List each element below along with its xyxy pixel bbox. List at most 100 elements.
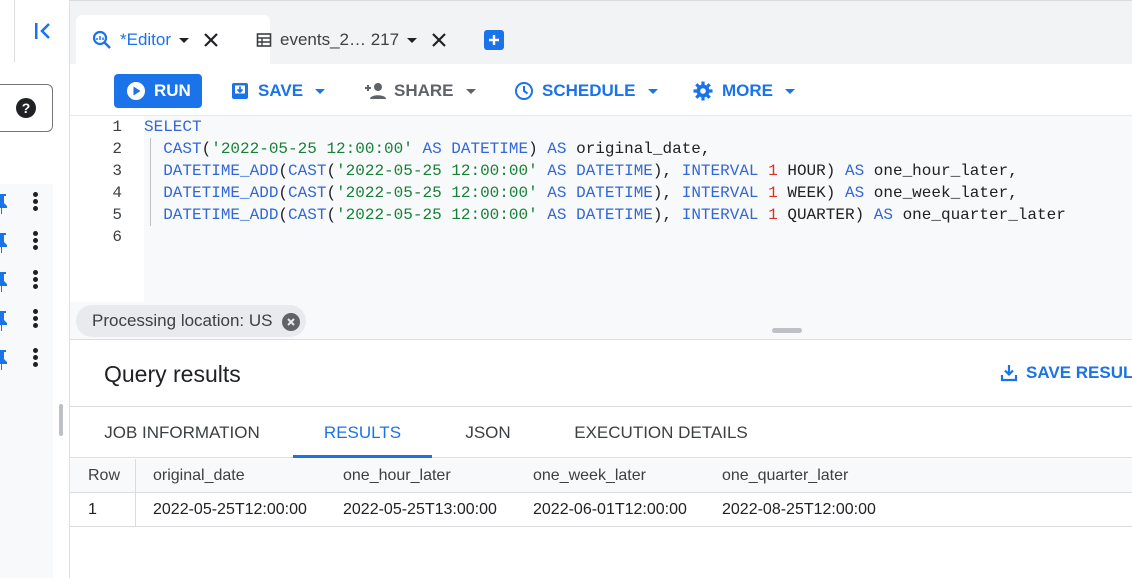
panel-resize-handle[interactable] <box>59 404 63 436</box>
share-button[interactable]: SHARE <box>364 74 476 108</box>
results-header: Query results SAVE RESULTS <box>70 341 1132 407</box>
chevron-down-icon[interactable] <box>407 37 418 43</box>
schedule-label: SCHEDULE <box>542 81 636 100</box>
more-vert-icon[interactable] <box>30 192 40 214</box>
processing-location-label: Processing location: US <box>92 311 273 330</box>
explorer-row[interactable] <box>0 303 53 339</box>
code-token: '2022-05-25 12:00:00' <box>336 162 538 180</box>
code-token: ( <box>326 162 337 180</box>
save-results-label: SAVE RESULTS <box>1026 363 1132 382</box>
code-line[interactable]: DATETIME_ADD(CAST('2022-05-25 12:00:00' … <box>144 204 1066 226</box>
table-cell[interactable]: 2022-08-25T12:00:00 <box>722 493 876 527</box>
code-token: ( <box>326 184 337 202</box>
code-token: original_date, <box>566 140 711 158</box>
code-line[interactable]: SELECT <box>144 116 202 138</box>
close-icon[interactable] <box>282 313 301 331</box>
chevron-down-icon <box>315 88 326 94</box>
code-token: AS <box>547 140 567 158</box>
code-token: SELECT <box>144 118 202 136</box>
pin-icon <box>0 350 7 370</box>
column-header[interactable]: original_date <box>153 459 245 493</box>
add-tab-icon[interactable] <box>484 30 504 50</box>
tab-job-information[interactable]: JOB INFORMATION <box>84 408 280 458</box>
code-token: one_week_later, <box>864 184 1018 202</box>
query-icon <box>92 30 111 49</box>
explorer-list <box>0 184 53 578</box>
tab-execution-details[interactable]: EXECUTION DETAILS <box>556 408 766 458</box>
tab-editor[interactable]: *Editor <box>76 15 270 65</box>
code-token: ( <box>278 162 289 180</box>
close-icon[interactable] <box>203 32 219 48</box>
code-line[interactable]: DATETIME_ADD(CAST('2022-05-25 12:00:00' … <box>144 182 1018 204</box>
more-vert-icon[interactable] <box>30 348 40 370</box>
column-header: Row <box>70 459 136 493</box>
help-button[interactable]: ? <box>0 84 53 132</box>
more-label: MORE <box>722 81 773 100</box>
line-number: 2 <box>112 140 122 158</box>
person-add-icon <box>365 83 386 99</box>
code-token: one_quarter_later <box>892 206 1066 224</box>
code-token: '2022-05-25 12:00:00' <box>336 206 538 224</box>
editor-resize-handle[interactable] <box>772 328 802 333</box>
more-vert-icon[interactable] <box>30 309 40 331</box>
code-token: ), <box>652 184 682 202</box>
explorer-row[interactable] <box>0 264 53 300</box>
pin-icon <box>0 194 7 214</box>
clock-icon <box>515 82 533 100</box>
more-vert-icon[interactable] <box>30 270 40 292</box>
chevron-down-icon[interactable] <box>179 37 190 43</box>
explorer-row[interactable] <box>0 342 53 378</box>
chevron-down-icon <box>647 88 658 94</box>
save-results-button[interactable]: SAVE RESULTS <box>1000 363 1132 383</box>
sql-editor[interactable]: 1 2 3 4 5 6 SELECT CAST('2022-05-25 12:0… <box>70 116 1132 302</box>
collapse-panel-button[interactable] <box>14 0 70 62</box>
code-token: 1 <box>768 162 778 180</box>
run-label: RUN <box>154 81 191 100</box>
table-cell[interactable]: 2022-05-25T12:00:00 <box>153 493 307 527</box>
table-header-row: Row original_date one_hour_later one_wee… <box>70 459 1132 493</box>
pin-icon <box>0 272 7 292</box>
more-button[interactable]: MORE <box>692 74 795 108</box>
save-label: SAVE <box>258 81 304 100</box>
explorer-row[interactable] <box>0 186 53 222</box>
code-token: AS DATETIME <box>537 162 653 180</box>
code-line[interactable]: DATETIME_ADD(CAST('2022-05-25 12:00:00' … <box>144 160 1018 182</box>
code-token: AS <box>844 162 865 180</box>
run-button[interactable]: RUN <box>114 74 202 108</box>
table-cell[interactable]: 2022-06-01T12:00:00 <box>533 493 687 527</box>
code-line[interactable]: CAST('2022-05-25 12:00:00' AS DATETIME) … <box>144 138 711 160</box>
code-token: 1 <box>768 206 778 224</box>
editor-toolbar: RUN SAVE SHARE SCHEDULE MORE <box>70 64 1132 116</box>
line-number: 6 <box>112 228 122 246</box>
tab-results[interactable]: RESULTS <box>293 408 432 458</box>
column-header[interactable]: one_week_later <box>533 459 646 493</box>
processing-location-bar: Processing location: US <box>70 302 1132 340</box>
code-token: WEEK) <box>777 184 845 202</box>
close-icon[interactable] <box>431 32 447 48</box>
chevron-down-icon <box>465 88 476 94</box>
table-cell[interactable]: 2022-05-25T13:00:00 <box>343 493 497 527</box>
code-token: CAST <box>163 140 202 158</box>
column-header[interactable]: one_hour_later <box>343 459 451 493</box>
line-number: 3 <box>112 162 122 180</box>
schedule-button[interactable]: SCHEDULE <box>514 74 658 108</box>
pin-icon <box>0 311 7 331</box>
code-token: INTERVAL <box>681 206 769 224</box>
more-vert-icon[interactable] <box>30 231 40 253</box>
tab-events-table[interactable]: events_2… 217 <box>254 15 454 65</box>
help-icon: ? <box>16 98 36 118</box>
tab-json[interactable]: JSON <box>442 408 534 458</box>
processing-location-chip[interactable]: Processing location: US <box>76 305 307 337</box>
column-header[interactable]: one_quarter_later <box>722 459 848 493</box>
play-icon <box>127 82 145 100</box>
save-button[interactable]: SAVE <box>230 74 326 108</box>
explorer-row[interactable] <box>0 225 53 261</box>
code-token: AS <box>873 206 893 224</box>
code-token: HOUR) <box>777 162 845 180</box>
table-row[interactable]: 1 2022-05-25T12:00:00 2022-05-25T13:00:0… <box>70 493 1132 527</box>
code-token: ( <box>201 140 212 158</box>
code-token: DATETIME_ADD <box>163 184 279 202</box>
